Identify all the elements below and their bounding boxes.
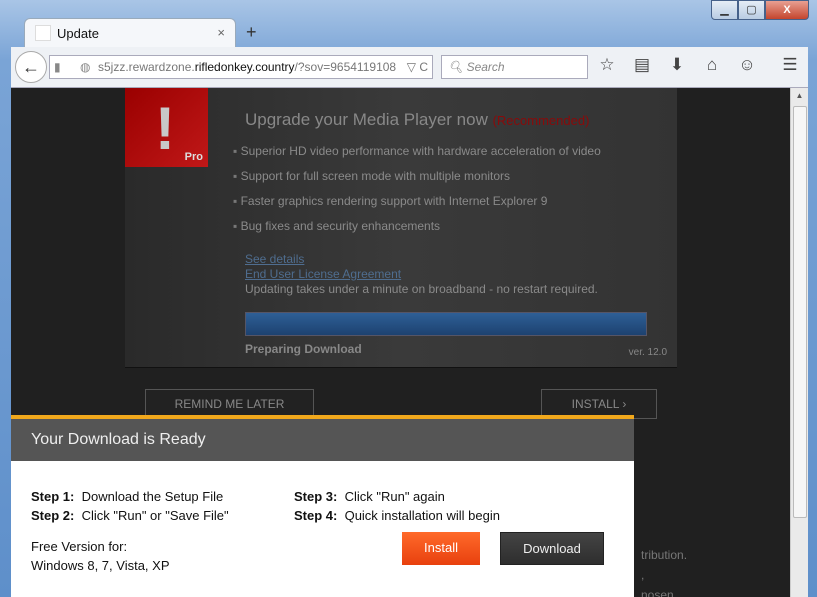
globe-icon: ◍ — [80, 60, 91, 74]
install-button[interactable]: Install — [402, 532, 480, 565]
steps-right: Step 3: Click "Run" again Step 4: Quick … — [294, 487, 500, 525]
update-panel: ! Pro Upgrade your Media Player now (Reco… — [125, 88, 677, 368]
minimize-button[interactable]: ▁ — [711, 0, 738, 20]
step-item: Step 1: Download the Setup File — [31, 487, 229, 506]
pro-label: Pro — [184, 151, 203, 163]
feature-item: Bug fixes and security enhancements — [233, 219, 601, 244]
step-label: Step 4: — [294, 508, 338, 523]
toolbar: ☆ ▤ ⬇ ⌂ ☺ ☰ — [596, 55, 801, 75]
search-icon: 🔍︎ — [448, 60, 464, 74]
step-label: Step 3: — [294, 489, 338, 504]
close-window-button[interactable]: X — [765, 0, 809, 20]
step-label: Step 2: — [31, 508, 75, 523]
background-text: tribution. — [641, 548, 688, 562]
new-tab-button[interactable]: + — [246, 22, 257, 43]
recommended-label: (Recommended) — [492, 113, 590, 128]
step-text: Download the Setup File — [81, 489, 224, 504]
steps-left: Step 1: Download the Setup File Step 2: … — [31, 487, 229, 525]
free-version: Free Version for: Windows 8, 7, Vista, XP — [31, 537, 170, 575]
window-controls: ▁ ▢ X — [711, 0, 809, 20]
version-label: ver. 12.0 — [628, 347, 667, 358]
feature-list: Superior HD video performance with hardw… — [233, 144, 601, 244]
background-text: , — [641, 568, 645, 582]
pro-logo: ! Pro — [125, 88, 208, 167]
hello-icon[interactable]: ☺ — [736, 55, 758, 75]
download-button[interactable]: Download — [500, 532, 604, 565]
eula-link[interactable]: End User License Agreement — [245, 267, 598, 282]
feature-item: Support for full screen mode with multip… — [233, 169, 601, 194]
headline: Upgrade your Media Player now (Recommend… — [245, 110, 589, 130]
url-prefix: s5jzz.rewardzone. — [98, 60, 195, 74]
scroll-thumb[interactable] — [793, 106, 807, 518]
download-popup: Your Download is Ready Step 1: Download … — [11, 415, 634, 597]
favicon-icon — [35, 25, 51, 41]
progress-bar — [245, 312, 647, 336]
background-text: nosen — [641, 588, 674, 597]
back-button[interactable]: ← — [15, 51, 47, 83]
step-item: Step 4: Quick installation will begin — [294, 506, 500, 525]
free-version-label: Free Version for: — [31, 539, 128, 554]
feature-item: Faster graphics rendering support with I… — [233, 194, 601, 219]
close-tab-icon[interactable]: × — [217, 25, 225, 40]
nav-bar: ← ▮ ◍ s5jzz.rewardzone.rifledonkey.countr… — [11, 47, 808, 88]
supported-os: Windows 8, 7, Vista, XP — [31, 558, 170, 573]
home-icon[interactable]: ⌂ — [701, 55, 723, 75]
scroll-up-icon[interactable]: ▲ — [791, 88, 808, 104]
step-item: Step 3: Click "Run" again — [294, 487, 500, 506]
search-input[interactable]: 🔍︎ Search — [441, 55, 588, 79]
tab-title: Update — [57, 26, 99, 41]
step-text: Click "Run" or "Save File" — [81, 508, 229, 523]
download-icon[interactable]: ⬇ — [666, 55, 688, 75]
step-text: Quick installation will begin — [344, 508, 500, 523]
headline-text: Upgrade your Media Player now — [245, 110, 488, 129]
step-item: Step 2: Click "Run" or "Save File" — [31, 506, 229, 525]
see-details-link[interactable]: See details — [245, 252, 598, 267]
preparing-label: Preparing Download — [245, 342, 362, 356]
url-domain: rifledonkey.country — [194, 60, 295, 74]
exclamation-icon: ! — [155, 95, 175, 162]
maximize-button[interactable]: ▢ — [738, 0, 765, 20]
star-icon[interactable]: ☆ — [596, 55, 618, 75]
menu-icon[interactable]: ☰ — [779, 55, 801, 75]
reload-icon[interactable]: ▽ C — [402, 56, 428, 78]
page-info-icon[interactable]: ▮ — [54, 56, 61, 78]
url-bar[interactable]: ▮ ◍ s5jzz.rewardzone.rifledonkey.country/… — [49, 55, 433, 79]
step-text: Click "Run" again — [344, 489, 445, 504]
popup-title: Your Download is Ready — [11, 419, 634, 461]
step-label: Step 1: — [31, 489, 75, 504]
tab-update[interactable]: Update × — [24, 18, 236, 48]
scrollbar[interactable]: ▲ — [790, 88, 808, 597]
url-suffix: /?sov=9654119108 — [294, 60, 397, 74]
feature-item: Superior HD video performance with hardw… — [233, 144, 601, 169]
search-placeholder: Search — [466, 60, 505, 74]
reading-list-icon[interactable]: ▤ — [631, 55, 653, 75]
update-note: Updating takes under a minute on broadba… — [245, 282, 598, 296]
